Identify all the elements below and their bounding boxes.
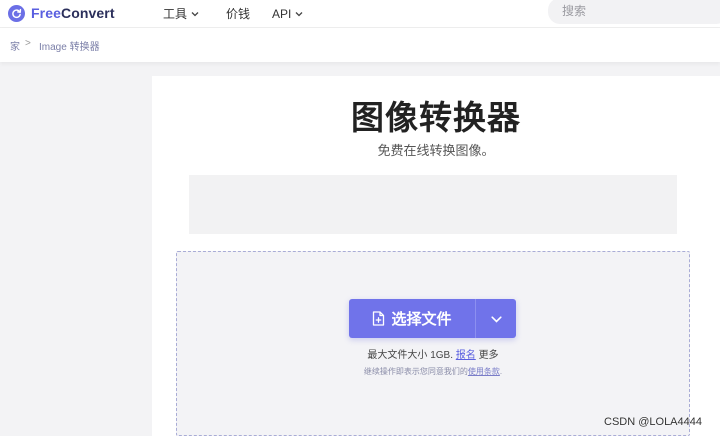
signup-link[interactable]: 报名: [456, 350, 476, 361]
terms-prefix: 继续操作即表示您同意我们的: [363, 367, 468, 376]
limit-text: 最大文件大小 1GB.: [367, 350, 453, 361]
upload-source-dropdown[interactable]: [476, 299, 516, 338]
file-size-limit: 最大文件大小 1GB. 报名 更多: [177, 346, 689, 361]
nav-tools-label: 工具: [163, 7, 188, 21]
nav-api[interactable]: API: [272, 0, 303, 27]
page-title: 图像转换器: [351, 99, 521, 136]
terms-suffix: .: [499, 367, 503, 376]
csdn-watermark: CSDN @LOLA4444: [604, 416, 702, 428]
top-navbar: FreeConvert 工具 价钱 API: [0, 0, 720, 28]
logo-text: FreeConvert: [31, 5, 115, 21]
breadcrumb-home[interactable]: 家: [10, 38, 20, 53]
freeconvert-logo[interactable]: FreeConvert: [8, 3, 115, 23]
main-content: 图像转换器 免费在线转换图像。 选择文件 最大文件大小 1GB. 报名 更多 继…: [152, 76, 720, 436]
nav-pricing-label: 价钱: [226, 7, 251, 21]
search-box: [548, 0, 720, 24]
breadcrumb-current: Image 转换器: [39, 42, 100, 53]
nav-api-label: API: [272, 6, 292, 21]
terms-notice: 继续操作即表示您同意我们的使用条款.: [177, 366, 689, 377]
breadcrumb-separator: >: [25, 38, 31, 49]
more-text: 更多: [478, 350, 499, 361]
file-dropzone[interactable]: 选择文件 最大文件大小 1GB. 报名 更多 继续操作即表示您同意我们的使用条款…: [176, 251, 690, 436]
nav-tools[interactable]: 工具: [163, 0, 199, 27]
terms-link[interactable]: 使用条款: [468, 367, 500, 376]
ad-placeholder: [189, 175, 677, 234]
breadcrumb: 家 > Image 转换器: [0, 28, 720, 62]
choose-files-button[interactable]: 选择文件: [349, 299, 475, 338]
page-subtitle: 免费在线转换图像。: [377, 143, 495, 158]
nav-pricing[interactable]: 价钱: [226, 0, 250, 27]
search-input[interactable]: [560, 3, 714, 19]
file-add-icon: [372, 311, 385, 326]
choose-files-button-group: 选择文件: [349, 299, 516, 338]
choose-files-label: 选择文件: [391, 311, 452, 328]
chevron-down-icon: [295, 11, 303, 17]
refresh-logo-icon: [8, 4, 25, 22]
chevron-down-icon: [191, 11, 199, 17]
chevron-down-icon: [490, 310, 502, 328]
